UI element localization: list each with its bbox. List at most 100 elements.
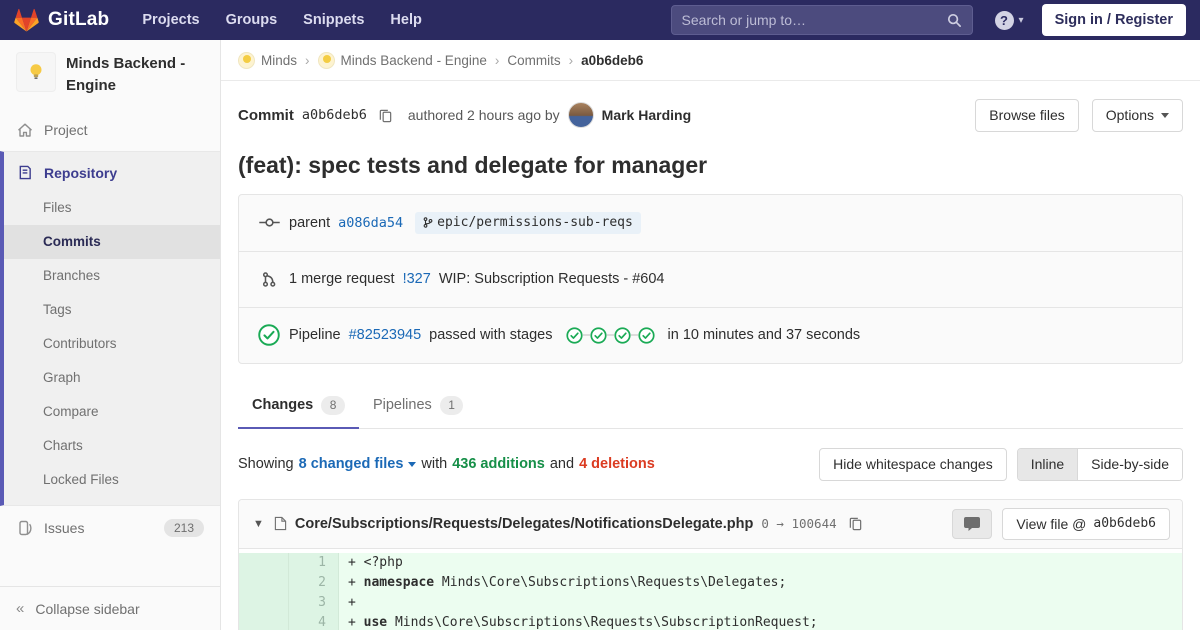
sidebar-item-label: Issues	[44, 520, 84, 536]
search-input[interactable]: Search or jump to…	[671, 5, 973, 35]
caret-down-icon	[1161, 113, 1169, 118]
collapse-diff-icon[interactable]: ▼	[251, 518, 266, 530]
tab-count-badge: 8	[321, 396, 345, 415]
nav-link-snippets[interactable]: Snippets	[290, 4, 377, 36]
double-chevron-left-icon: «	[16, 600, 24, 617]
sidebar-item-project[interactable]: Project	[0, 109, 220, 151]
sidebar-subitem-tags[interactable]: Tags	[4, 293, 220, 327]
diff-old-line-number[interactable]	[239, 573, 289, 593]
pipeline-status-icon	[257, 324, 281, 346]
diff-line-added: 4+ use Minds\Core\Subscriptions\Requests…	[239, 613, 1182, 630]
merge-request-prefix: 1 merge request	[289, 271, 395, 287]
gitlab-commit-page: GitLab Projects Groups Snippets Help Sea…	[0, 0, 1200, 630]
author-avatar[interactable]	[568, 102, 594, 128]
sidebar-subitem-charts[interactable]: Charts	[4, 429, 220, 463]
pipeline-stage-passed-icon[interactable]	[607, 327, 631, 344]
options-dropdown-button[interactable]: Options	[1092, 99, 1183, 132]
pipeline-stage-passed-icon[interactable]	[583, 327, 607, 344]
hide-whitespace-button[interactable]: Hide whitespace changes	[819, 448, 1007, 481]
merge-request-link[interactable]: !327	[403, 271, 431, 287]
diff-code-line: + <?php	[339, 553, 1182, 573]
side-by-side-view-button[interactable]: Side-by-side	[1077, 449, 1182, 480]
merge-request-icon	[257, 271, 281, 288]
sidebar-subitem-files[interactable]: Files	[4, 191, 220, 225]
sidebar-subitem-branches[interactable]: Branches	[4, 259, 220, 293]
pipeline-duration: in 10 minutes and 37 seconds	[668, 327, 861, 343]
navbar-links: Projects Groups Snippets Help	[129, 4, 434, 36]
diff-code-line: + namespace Minds\Core\Subscriptions\Req…	[339, 573, 1182, 593]
commit-sha: a0b6deb6	[302, 107, 367, 123]
showing-label: Showing	[238, 456, 294, 472]
search-placeholder: Search or jump to…	[682, 12, 947, 28]
diff-new-line-number[interactable]: 2	[289, 573, 339, 593]
diff-new-line-number[interactable]: 1	[289, 553, 339, 573]
breadcrumb-label: Commits	[507, 53, 560, 68]
diff-line-added: 2+ namespace Minds\Core\Subscriptions\Re…	[239, 573, 1182, 593]
file-icon	[274, 516, 287, 531]
ref-name: epic/permissions-sub-reqs	[437, 215, 633, 230]
breadcrumb-item[interactable]: a0b6deb6	[581, 53, 643, 68]
collapse-sidebar-button[interactable]: « Collapse sidebar	[0, 586, 220, 630]
view-file-label: View file @	[1016, 516, 1086, 533]
pipeline-mini-graph	[566, 327, 655, 344]
nav-link-groups[interactable]: Groups	[213, 4, 291, 36]
breadcrumb-label: Minds Backend - Engine	[341, 53, 487, 68]
gitlab-home-link[interactable]: GitLab	[14, 8, 109, 32]
breadcrumb-item[interactable]: Commits	[507, 53, 560, 68]
diff-old-line-number[interactable]	[239, 553, 289, 573]
copy-sha-button[interactable]	[375, 108, 396, 123]
inline-view-button[interactable]: Inline	[1018, 449, 1077, 480]
copy-icon	[378, 108, 393, 123]
breadcrumb-item[interactable]: Minds	[238, 52, 297, 69]
breadcrumb-avatar-icon	[318, 52, 335, 69]
sidebar-subitem-commits[interactable]: Commits	[4, 225, 220, 259]
gitlab-wordmark: GitLab	[48, 9, 109, 31]
diff-new-line-number[interactable]: 4	[289, 613, 339, 630]
ref-tag[interactable]: epic/permissions-sub-reqs	[415, 212, 641, 234]
toggle-comments-button[interactable]	[952, 509, 992, 539]
sidebar-subitem-graph[interactable]: Graph	[4, 361, 220, 395]
collapse-sidebar-label: Collapse sidebar	[35, 601, 139, 617]
diff-file: ▼ Core/Subscriptions/Requests/Delegates/…	[238, 499, 1183, 630]
changed-files-dropdown[interactable]: 8 changed files	[299, 456, 417, 472]
diff-old-line-number[interactable]	[239, 593, 289, 613]
tab-label: Pipelines	[373, 397, 432, 413]
breadcrumb-item[interactable]: Minds Backend - Engine	[318, 52, 487, 69]
pipeline-stage-passed-icon[interactable]	[631, 327, 655, 344]
merge-request-row: 1 merge request !327 WIP: Subscription R…	[239, 251, 1182, 307]
deletions-count: 4 deletions	[579, 456, 655, 472]
breadcrumb-label: a0b6deb6	[581, 53, 643, 68]
sidebar-section-repository: Repository FilesCommitsBranchesTagsContr…	[0, 151, 220, 506]
sidebar-project-context[interactable]: Minds Backend - Engine	[0, 40, 220, 109]
diff-new-line-number[interactable]: 3	[289, 593, 339, 613]
sidebar-subitem-locked-files[interactable]: Locked Files	[4, 463, 220, 497]
pipeline-stage-passed-icon[interactable]	[566, 327, 583, 344]
breadcrumb: Minds›Minds Backend - Engine›Commits›a0b…	[221, 40, 1200, 81]
author-name[interactable]: Mark Harding	[602, 107, 691, 123]
tab-changes[interactable]: Changes 8	[238, 383, 359, 428]
diff-view-controls: Hide whitespace changes Inline Side-by-s…	[819, 448, 1183, 481]
parent-sha-link[interactable]: a086da54	[338, 215, 403, 231]
breadcrumb-separator: ›	[569, 53, 574, 68]
parent-label: parent	[289, 215, 330, 231]
diff-old-line-number[interactable]	[239, 613, 289, 630]
commit-info-box: parent a086da54 epic/permissions-sub-req…	[238, 194, 1183, 364]
help-dropdown[interactable]: ? ▾	[995, 11, 1024, 30]
pipeline-status-text: passed with stages	[429, 327, 552, 343]
diff-line-added: 1+ <?php	[239, 553, 1182, 573]
copy-path-button[interactable]	[845, 516, 866, 531]
diff-file-actions: View file @ a0b6deb6	[952, 508, 1170, 541]
browse-files-button[interactable]: Browse files	[975, 99, 1078, 132]
sidebar-subitem-compare[interactable]: Compare	[4, 395, 220, 429]
sidebar-subitem-contributors[interactable]: Contributors	[4, 327, 220, 361]
diff-mode-toggle: Inline Side-by-side	[1017, 448, 1183, 481]
tab-pipelines[interactable]: Pipelines 1	[359, 383, 478, 428]
nav-link-help[interactable]: Help	[377, 4, 434, 36]
sidebar-item-issues[interactable]: Issues 213	[0, 506, 220, 550]
nav-link-projects[interactable]: Projects	[129, 4, 212, 36]
view-file-button[interactable]: View file @ a0b6deb6	[1002, 508, 1170, 541]
sidebar-item-repository[interactable]: Repository	[4, 152, 220, 191]
pipeline-id-link[interactable]: #82523945	[349, 327, 422, 343]
diff-file-path[interactable]: Core/Subscriptions/Requests/Delegates/No…	[295, 516, 753, 532]
sign-in-button[interactable]: Sign in / Register	[1042, 4, 1186, 36]
